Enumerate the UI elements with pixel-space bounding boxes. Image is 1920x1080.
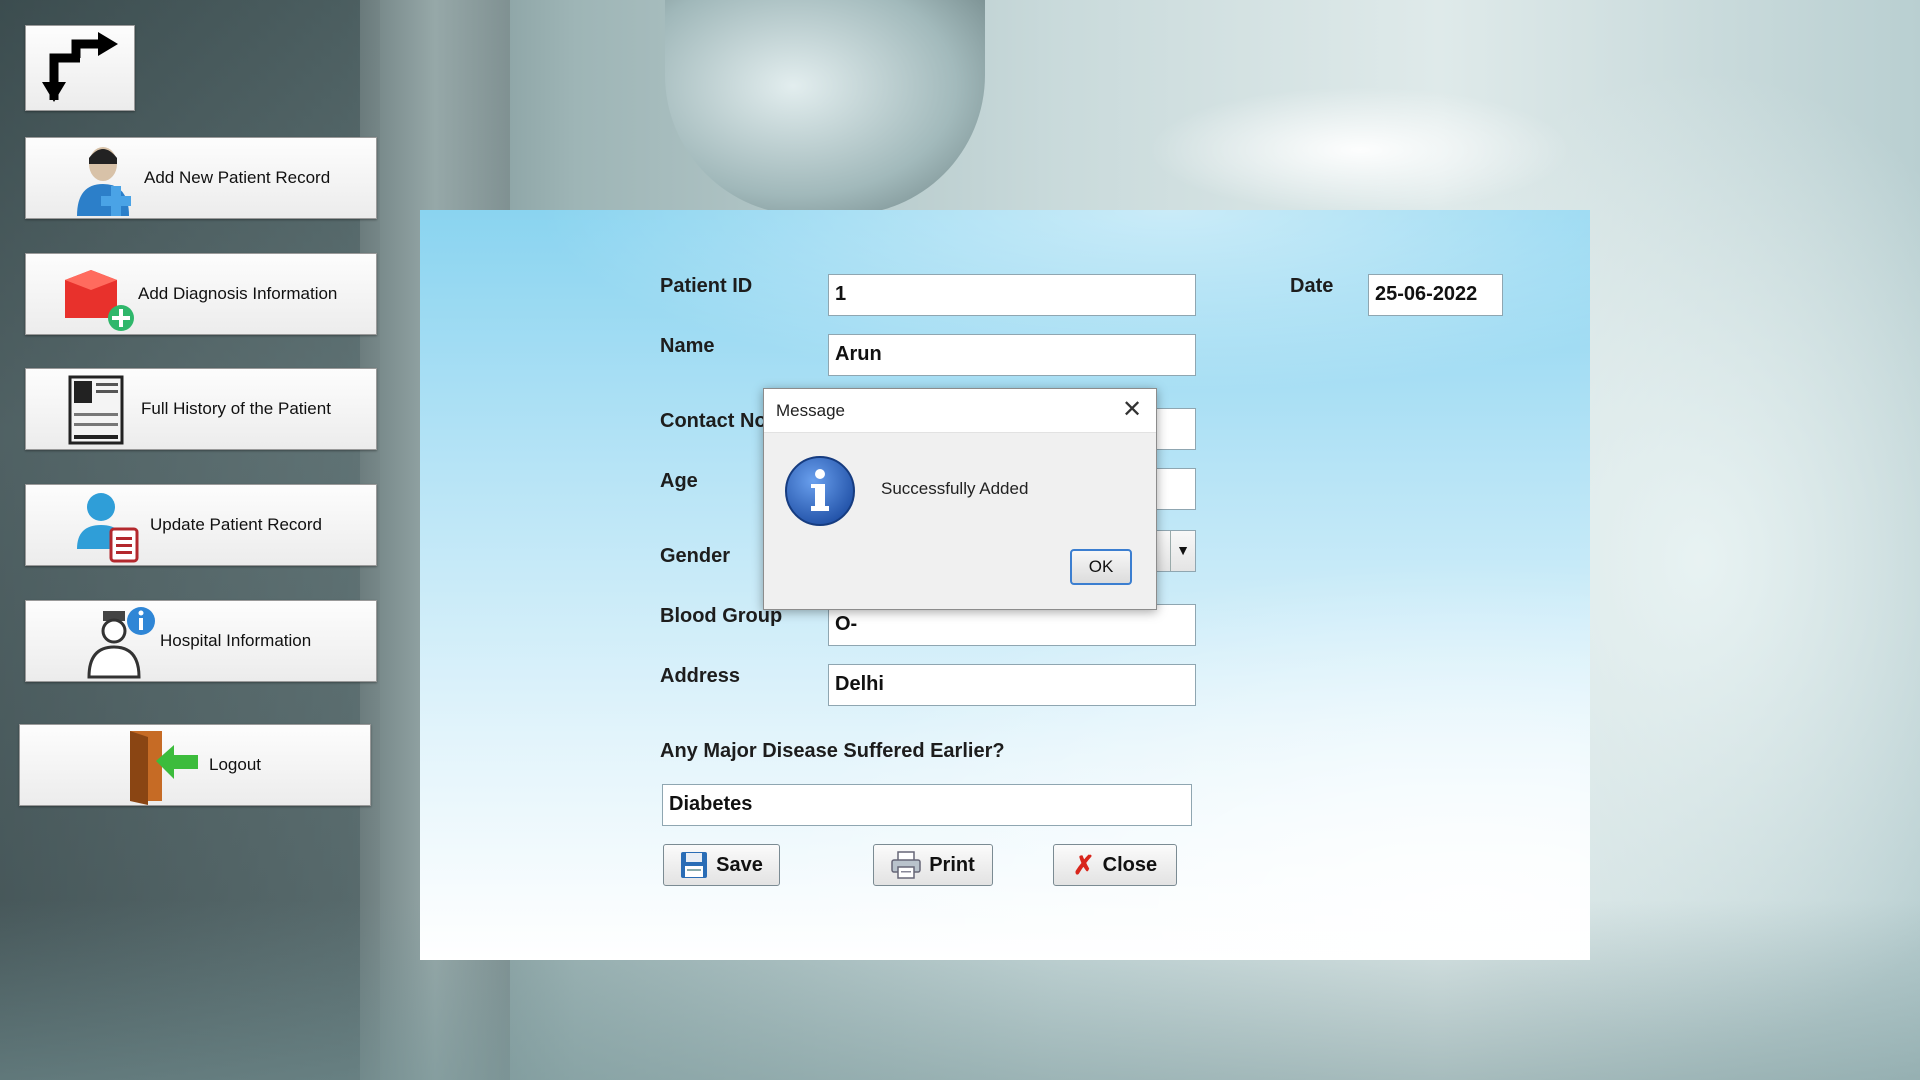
back-button[interactable]: [25, 25, 135, 111]
dialog-close-button[interactable]: ✕: [1116, 394, 1148, 426]
date-label: Date: [1290, 275, 1334, 297]
sidebar-item-label: Logout: [209, 755, 261, 774]
patient-id-label: Patient ID: [660, 275, 753, 297]
print-label: Print: [929, 853, 975, 876]
dialog-title-bar: Message ✕: [764, 389, 1156, 433]
nurse-info-icon: [87, 607, 155, 679]
update-record-icon: [77, 493, 139, 563]
print-button[interactable]: Print: [873, 844, 993, 886]
sidebar-item-full-history[interactable]: Full History of the Patient: [25, 368, 377, 450]
add-patient-icon: [77, 147, 131, 216]
sidebar-item-label: Update Patient Record: [150, 515, 322, 534]
sidebar-item-logout[interactable]: Logout: [19, 724, 371, 806]
sidebar-item-label: Full History of the Patient: [141, 399, 331, 418]
dialog-ok-button[interactable]: OK: [1070, 549, 1132, 585]
gender-label: Gender: [660, 545, 731, 567]
sidebar-item-label: Add New Patient Record: [144, 168, 331, 187]
red-x-icon: ✗: [1072, 850, 1095, 880]
age-label: Age: [660, 470, 698, 492]
sidebar-item-label: Hospital Information: [160, 631, 312, 650]
redirect-arrows-icon: [42, 32, 118, 102]
sidebar-item-hospital-info[interactable]: Hospital Information: [25, 600, 377, 682]
date-field[interactable]: 25-06-2022: [1368, 274, 1503, 316]
dialog-message: Successfully Added: [881, 479, 1029, 498]
info-icon: [785, 456, 855, 526]
address-label: Address: [660, 665, 741, 687]
sidebar-item-update-patient[interactable]: Update Patient Record: [25, 484, 377, 566]
name-field[interactable]: Arun: [828, 334, 1196, 376]
save-button[interactable]: Save: [663, 844, 780, 886]
chevron-down-icon: ▼: [1170, 531, 1195, 571]
sidebar-item-label: Add Diagnosis Information: [138, 284, 338, 303]
background-iv-bottle: [665, 0, 985, 215]
close-label: Close: [1102, 853, 1158, 876]
blood-group-field[interactable]: O-: [828, 604, 1196, 646]
sidebar-item-add-new-patient[interactable]: Add New Patient Record: [25, 137, 377, 219]
patient-id-field[interactable]: 1: [828, 274, 1196, 316]
dialog-title: Message: [776, 401, 845, 420]
add-diagnosis-icon: [65, 270, 134, 331]
logout-door-icon: [130, 731, 198, 805]
address-field[interactable]: Delhi: [828, 664, 1196, 706]
disease-field[interactable]: Diabetes: [662, 784, 1192, 826]
sidebar-item-add-diagnosis[interactable]: Add Diagnosis Information: [25, 253, 377, 335]
contact-label: Contact No: [660, 410, 767, 432]
printer-icon: [891, 851, 921, 879]
message-dialog: Message ✕ Successfully Added OK: [763, 388, 1157, 610]
floppy-disk-icon: [681, 852, 708, 878]
name-label: Name: [660, 335, 715, 357]
close-button[interactable]: ✗ Close: [1053, 844, 1177, 886]
disease-question-label: Any Major Disease Suffered Earlier?: [660, 740, 1005, 762]
save-label: Save: [716, 853, 763, 876]
patient-file-icon: [68, 375, 124, 445]
